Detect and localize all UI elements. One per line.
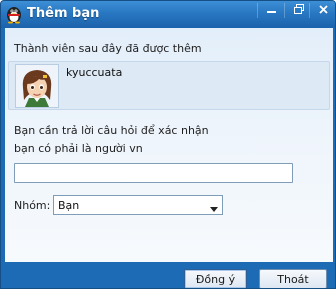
added-member-label: Thành viên sau đây đã được thêm bbox=[14, 42, 202, 55]
close-icon bbox=[318, 4, 328, 17]
group-dropdown[interactable]: Bạn bbox=[53, 195, 223, 215]
close-button[interactable] bbox=[309, 3, 335, 18]
dialog-content: Thành viên sau đây đã được thêm kyuccuat… bbox=[5, 28, 333, 262]
title-bar[interactable]: Thêm bạn bbox=[1, 1, 335, 28]
answer-input[interactable] bbox=[14, 163, 293, 183]
member-panel: kyuccuata bbox=[8, 61, 330, 110]
question-text-line2: bạn có phải là người vn bbox=[14, 142, 143, 155]
minimize-button[interactable] bbox=[257, 3, 285, 18]
minimize-icon bbox=[266, 4, 277, 17]
avatar bbox=[15, 64, 59, 108]
group-label: Nhóm: bbox=[14, 199, 51, 212]
penguin-icon bbox=[4, 4, 24, 24]
chevron-down-icon bbox=[210, 202, 218, 215]
restore-button[interactable] bbox=[284, 3, 312, 18]
member-name: kyuccuata bbox=[66, 66, 123, 79]
restore-icon bbox=[293, 4, 304, 17]
quit-button[interactable]: Thoát bbox=[259, 269, 327, 288]
group-selected-value: Bạn bbox=[58, 199, 80, 212]
question-text-line1: Bạn cần trả lời câu hỏi để xác nhận bbox=[14, 124, 209, 137]
window-title: Thêm bạn bbox=[27, 6, 100, 21]
ok-button[interactable]: Đồng ý bbox=[184, 269, 247, 288]
add-friend-window: Thêm bạn Thành viên sau đây đã được thêm… bbox=[0, 0, 336, 289]
